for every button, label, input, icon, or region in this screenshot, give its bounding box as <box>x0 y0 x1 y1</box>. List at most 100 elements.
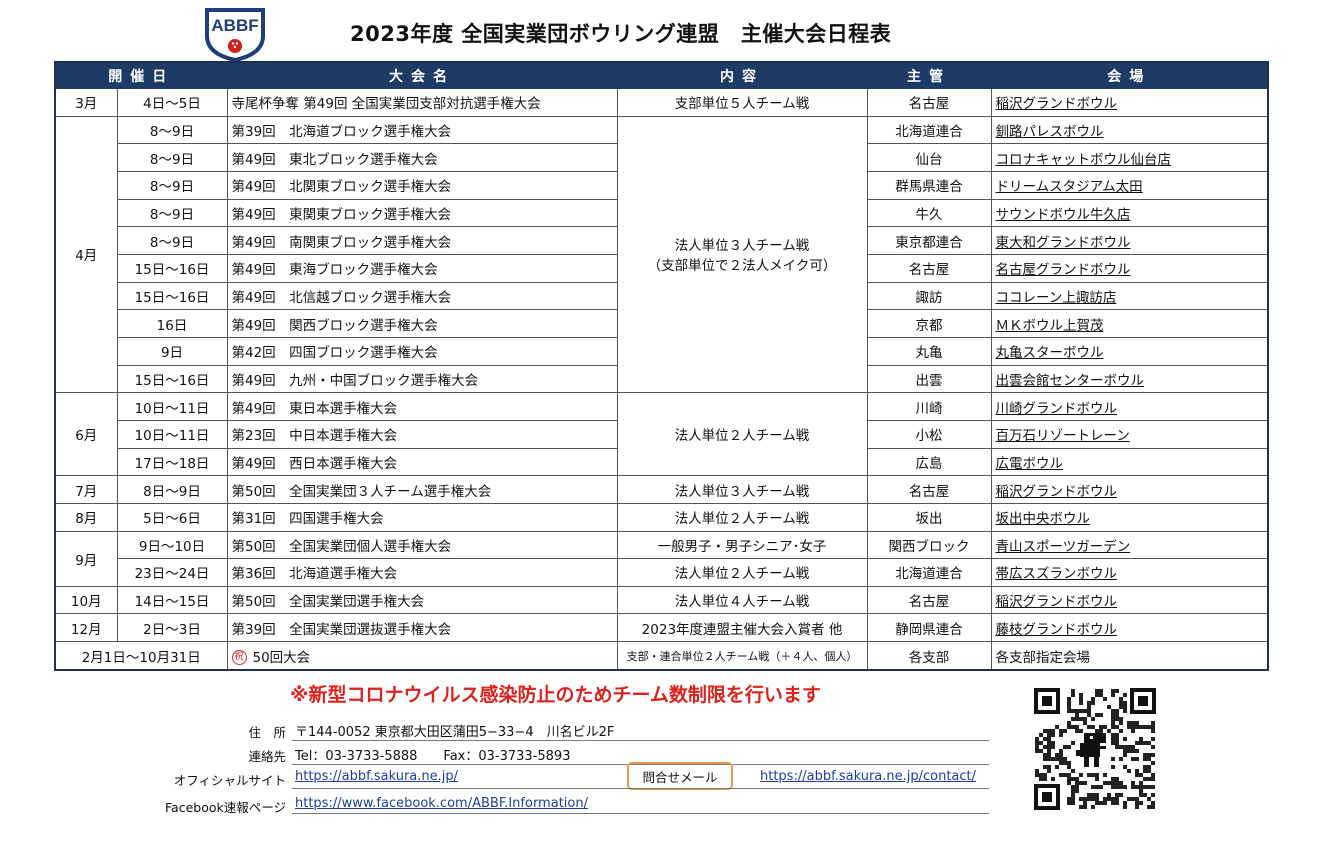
event-name: 第42回 四国ブロック選手権大会 <box>226 336 618 366</box>
table-row: 3月 4日～5日 寺尾杯争奪 第49回 全国実業団支部対抗選手権大会 支部単位５… <box>54 88 1269 117</box>
venue-link[interactable]: 釧路パレスボウル <box>990 115 1269 145</box>
host-cell: 関西ブロック <box>866 530 992 560</box>
facebook-link[interactable]: https://www.facebook.com/ABBF.Informatio… <box>295 796 588 811</box>
date-cell: 10日～11日 <box>116 392 228 421</box>
host-cell: 諏訪 <box>866 281 992 311</box>
date-cell: 23日～24日 <box>116 558 228 587</box>
event-name: 第36回 北海道選手権大会 <box>226 558 618 587</box>
table-row: 9月 9日～10日 第50回 全国実業団個人選手権大会 一般男子・男子シニア･女… <box>54 530 1269 587</box>
host-cell: 北海道連合 <box>866 115 992 145</box>
venue-link[interactable]: コロナキャットボウル仙台店 <box>990 143 1269 172</box>
content-cell: 法人単位３人チーム戦 （支部単位で２法人メイク可） <box>616 115 868 394</box>
host-cell: 坂出 <box>866 502 992 532</box>
event-name: 第31回 四国選手権大会 <box>226 502 618 532</box>
venue-link[interactable]: 藤枝グランドボウル <box>990 613 1269 643</box>
host-cell: 名古屋 <box>866 585 992 615</box>
venue-link[interactable]: ドリームスタジアム太田 <box>990 170 1269 200</box>
address-text: 〒144-0052 東京都大田区蒲田5−33−4 川名ビル2F <box>295 725 615 740</box>
date-cell: 15日～16日 <box>116 281 228 311</box>
table-header-row: 開催日 大会名 内容 主管 会場 <box>54 61 1269 89</box>
event-name: 第49回 東日本選手権大会 <box>226 392 618 421</box>
event-name: 第39回 北海道ブロック選手権大会 <box>226 115 618 145</box>
header-date: 開催日 <box>54 61 228 89</box>
venue-link[interactable]: ＭＫボウル上賀茂 <box>990 309 1269 338</box>
table-row: 6月 10日～11日 第49回 東日本選手権大会 法人単位２人チーム戦 川崎 川… <box>54 392 1269 477</box>
venue-link[interactable]: 出雲会館センターボウル <box>990 364 1269 394</box>
date-cell: 5日～6日 <box>116 502 228 532</box>
host-cell: 北海道連合 <box>866 558 992 587</box>
month-cell: 10月 <box>54 585 118 615</box>
event-name: 第39回 全国実業団選抜選手権大会 <box>226 613 618 643</box>
host-cell: 各支部 <box>866 641 992 671</box>
content-cell: 支部・連合単位２人チーム戦（＋４人、個人） <box>616 641 868 671</box>
date-cell: 9日～10日 <box>116 530 228 560</box>
venue-link[interactable]: 青山スポーツガーデン <box>990 530 1269 560</box>
month-cell: 4月 <box>54 115 118 394</box>
month-cell: 8月 <box>54 502 118 532</box>
event-name: 第50回 全国実業団個人選手権大会 <box>226 530 618 560</box>
event-name: 第50回 全国実業団選手権大会 <box>226 585 618 615</box>
venue-link[interactable]: 坂出中央ボウル <box>990 502 1269 532</box>
host-cell: 出雲 <box>866 364 992 394</box>
venue-link[interactable]: 名古屋グランドボウル <box>990 253 1269 283</box>
header-host: 主管 <box>866 61 992 89</box>
event-name: 第49回 九州・中国ブロック選手権大会 <box>226 364 618 394</box>
venue-cell: 各支部指定会場 <box>990 641 1269 671</box>
venue-link[interactable]: 稲沢グランドボウル <box>990 88 1269 117</box>
page-title: 2023年度 全国実業団ボウリング連盟 主催大会日程表 <box>350 22 892 46</box>
date-cell: 14日～15日 <box>116 585 228 615</box>
venue-link[interactable]: ココレーン上諏訪店 <box>990 281 1269 311</box>
table-row: 23日～24日 第36回 北海道選手権大会 法人単位２人チーム戦 北海道連合 帯… <box>55 558 1269 587</box>
event-name-cell: 祝 50回大会 <box>226 641 618 671</box>
venue-link[interactable]: 川崎グランドボウル <box>990 392 1269 421</box>
event-name: 第49回 東海ブロック選手権大会 <box>226 253 618 283</box>
event-name: 第49回 西日本選手権大会 <box>226 447 618 477</box>
content-cell: 法人単位３人チーム戦 <box>616 475 868 504</box>
venue-link[interactable]: 稲沢グランドボウル <box>990 475 1269 504</box>
date-cell: 15日～16日 <box>116 253 228 283</box>
month-cell: 7月 <box>54 475 118 504</box>
venue-link[interactable]: 広電ボウル <box>990 447 1269 477</box>
table-row: 8月 5日～6日 第31回 四国選手権大会 法人単位２人チーム戦 坂出 坂出中央… <box>54 502 1269 532</box>
covid-notice: ※新型コロナウイルス感染防止のためチーム数制限を行います <box>290 684 821 706</box>
event-name: 第49回 東北ブロック選手権大会 <box>226 143 618 172</box>
date-cell: 15日～16日 <box>116 364 228 394</box>
date-cell: 2月1日～10月31日 <box>54 641 228 671</box>
month-cell: 3月 <box>54 88 118 117</box>
venue-link[interactable]: 東大和グランドボウル <box>990 226 1269 255</box>
date-cell: 4日～5日 <box>116 88 228 117</box>
host-cell: 丸亀 <box>866 336 992 366</box>
abbf-logo: ABBF <box>205 8 265 62</box>
event-name: 50回大会 <box>252 649 311 666</box>
official-site-link[interactable]: https://abbf.sakura.ne.jp/ <box>295 769 458 784</box>
qr-code-icon[interactable] <box>1034 688 1156 810</box>
event-name: 第49回 北関東ブロック選手権大会 <box>226 170 618 200</box>
table-row: 10月 14日～15日 第50回 全国実業団選手権大会 法人単位４人チーム戦 名… <box>54 585 1269 615</box>
content-cell: 一般男子・男子シニア･女子 <box>616 530 868 560</box>
venue-link[interactable]: 丸亀スターボウル <box>990 336 1269 366</box>
event-name: 第50回 全国実業団３人チーム選手権大会 <box>226 475 618 504</box>
date-cell: 8～9日 <box>116 226 228 255</box>
venue-link[interactable]: 稲沢グランドボウル <box>990 585 1269 615</box>
date-cell: 8～9日 <box>116 143 228 172</box>
celebration-stamp-icon: 祝 <box>231 650 247 666</box>
header-name: 大会名 <box>226 61 618 89</box>
venue-link[interactable]: 百万石リゾートレーン <box>990 419 1269 449</box>
event-name: 第49回 南関東ブロック選手権大会 <box>226 226 618 255</box>
venue-link[interactable]: 帯広スズランボウル <box>990 558 1269 587</box>
event-name: 第23回 中日本選手権大会 <box>226 419 618 449</box>
contact-link[interactable]: https://abbf.sakura.ne.jp/contact/ <box>760 769 976 784</box>
date-cell: 16日 <box>116 309 228 338</box>
date-cell: 2日～3日 <box>116 613 228 643</box>
contact-mail-button[interactable]: 問合せメール <box>627 762 733 790</box>
month-cell: 9月 <box>54 530 118 587</box>
facebook-label: Facebook速報ページ <box>165 800 286 815</box>
date-cell: 10日～11日 <box>116 419 228 449</box>
event-name: 第49回 東関東ブロック選手権大会 <box>226 198 618 228</box>
content-cell: 法人単位２人チーム戦 <box>616 558 868 587</box>
content-cell: 支部単位５人チーム戦 <box>616 88 868 117</box>
table-row: 4月 8～9日 第39回 北海道ブロック選手権大会 法人単位３人チーム戦 （支部… <box>54 115 1269 394</box>
content-cell: 法人単位２人チーム戦 <box>616 392 868 477</box>
venue-link[interactable]: サウンドボウル牛久店 <box>990 198 1269 228</box>
content-line: 法人単位３人チーム戦 <box>674 238 810 255</box>
